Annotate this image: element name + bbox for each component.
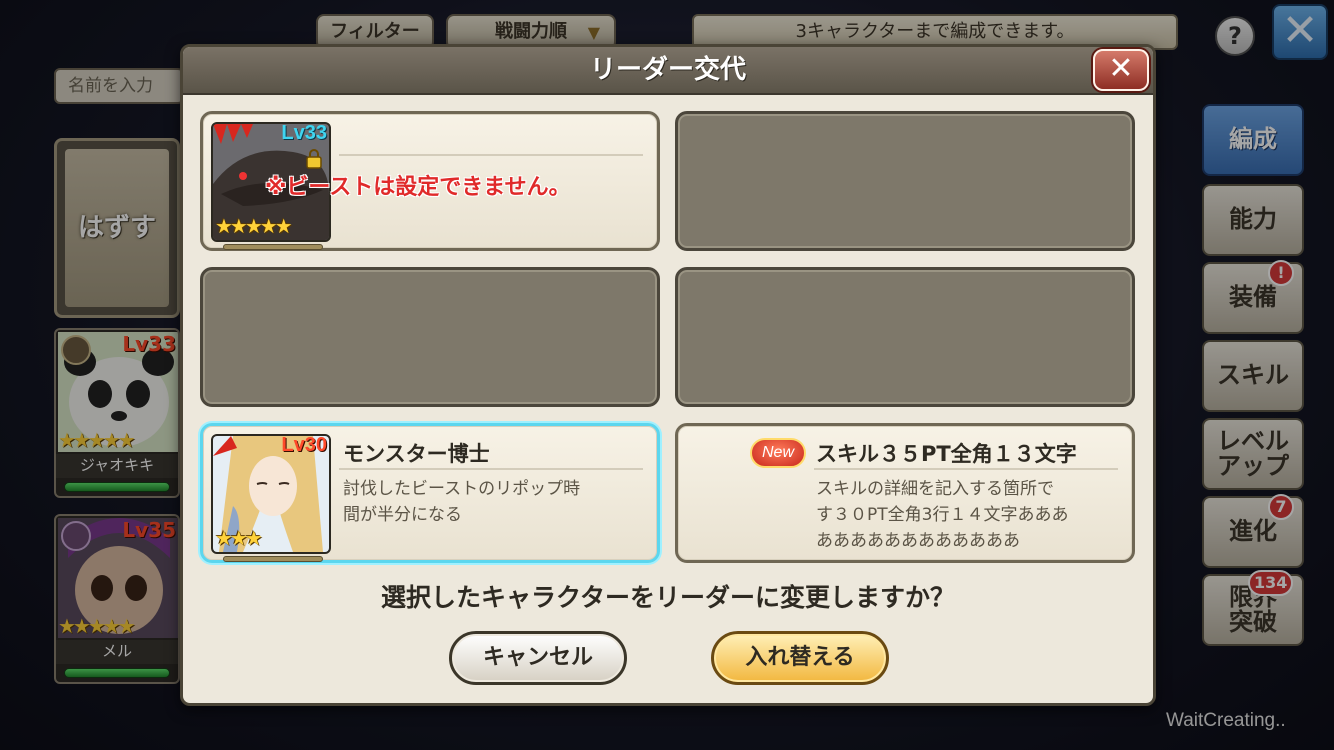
leader-slot-empty[interactable] [675,267,1135,407]
leader-skill-panel: New スキル３５PT全角１３文字 スキルの詳細を記入する箇所で す３０PT全角… [675,423,1135,563]
slot-divider [339,468,643,470]
skill-description-line2: す３０PT全角3行１４文字あああ [816,505,1069,525]
skill-description-line2: 間が半分になる [343,505,462,525]
experience-bar [223,244,323,250]
character-level: Lv30 [281,434,327,456]
skill-description-line1: 討伐したビーストのリポップ時 [343,479,581,499]
character-thumbnail: Lv30 ★★★ [211,434,331,554]
leader-slot-empty[interactable] [200,267,660,407]
cancel-button[interactable]: キャンセル [449,631,627,685]
character-name: モンスター博士 [343,442,490,466]
slot-divider [814,468,1118,470]
beast-warning-text: ※ビーストは設定できません。 [265,175,571,200]
new-badge: New [750,438,806,468]
leader-change-dialog: リーダー交代 ✕ Lv33 ★★★★★ ※ビーストは設定できません。 Lv30 … [180,44,1156,706]
swap-button[interactable]: 入れ替える [711,631,889,685]
rarity-stars: ★★★★★ [215,214,293,238]
leader-slot-empty[interactable] [675,111,1135,251]
rarity-stars: ★★★ [215,526,263,550]
slot-divider [339,154,643,156]
skill-description-line1: スキルの詳細を記入する箇所で [816,479,1054,499]
experience-bar [223,556,323,562]
lock-icon [306,149,322,169]
leader-slot-monster-doctor[interactable]: Lv30 ★★★ モンスター博士 討伐したビーストのリポップ時 間が半分になる [200,423,660,563]
confirm-question: 選択したキャラクターをリーダーに変更しますか？ [380,583,955,612]
skill-description-line3: ああああああああああああ [816,531,1020,551]
character-level: Lv33 [281,122,327,144]
skill-name: スキル３５PT全角１３文字 [816,442,1077,466]
dialog-close-button[interactable]: ✕ [1093,49,1149,91]
dialog-title: リーダー交代 [589,55,746,85]
